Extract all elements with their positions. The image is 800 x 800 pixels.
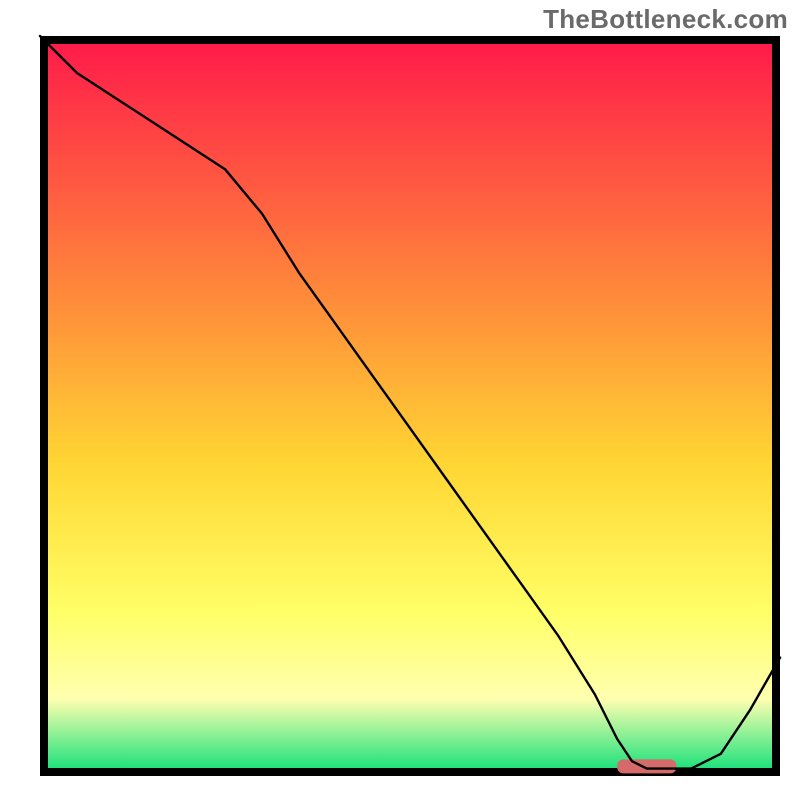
bottleneck-chart: [0, 0, 800, 800]
watermark-text: TheBottleneck.com: [543, 4, 788, 35]
plot-background: [44, 40, 776, 772]
chart-container: TheBottleneck.com: [0, 0, 800, 800]
optimal-range-marker: [617, 759, 676, 773]
